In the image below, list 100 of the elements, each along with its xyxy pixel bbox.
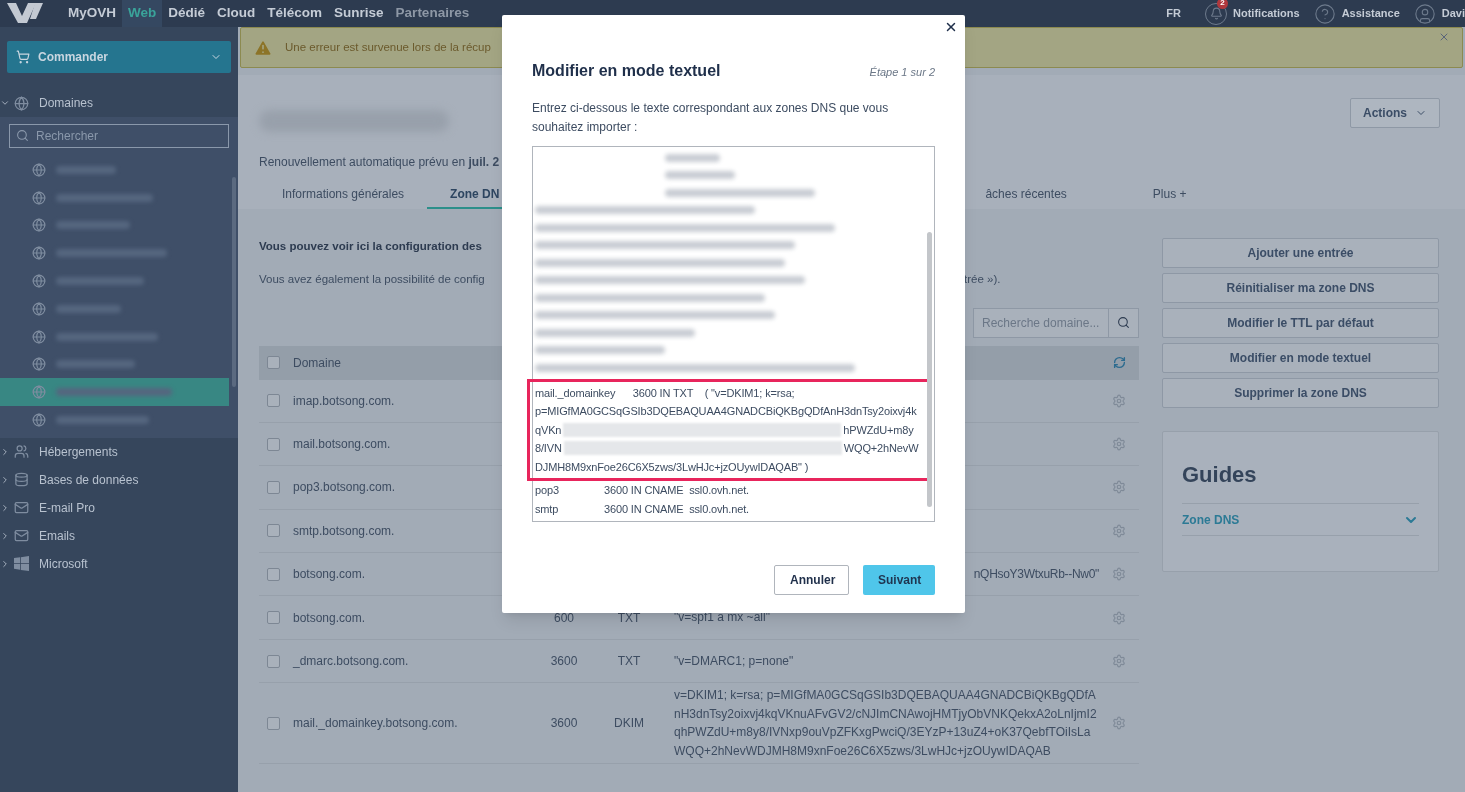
globe-icon bbox=[32, 218, 46, 233]
record-name: smtp bbox=[535, 501, 560, 517]
gear-icon[interactable] bbox=[1112, 567, 1126, 582]
table-cell-text: 3600 bbox=[549, 715, 579, 733]
order-button[interactable]: Commander bbox=[7, 41, 231, 73]
nav-tab[interactable]: Cloud bbox=[211, 0, 262, 27]
checkbox[interactable] bbox=[267, 524, 280, 538]
record-value: 3600 IN CNAME ssl0.ovh.net. bbox=[604, 501, 749, 517]
checkbox[interactable] bbox=[267, 716, 280, 730]
record-line: hPWZdU+m8y bbox=[843, 422, 914, 438]
cart-icon bbox=[16, 50, 30, 64]
assistance-button[interactable]: Assistance bbox=[1313, 2, 1400, 25]
table-cell-text: mail._domainkey.botsong.com. bbox=[293, 715, 459, 733]
nav-tab[interactable]: Web bbox=[122, 0, 163, 27]
table-cell-text: v=DKIM1; k=rsa; p=MIGfMA0GCSqGSIb3DQEBAQUAA4GNADCBiQKBgQDfAnH3dnTsy2oixvj4kqVKnuAFvGV2/cNJImCNAwojHMTjyObVNKQekxA2oLnIjmI2qhPWZdU+m8y8/IVNxp9ouVpZFKxgPwciQ/3EYzP+13uZ4+oK37QebfTOiIsLaWQQ+2hNevWDJMH8M9xnFoe26C6X5zws/3LwHJc+jzOUywIDAQAB bbox=[674, 687, 1098, 760]
globe-icon bbox=[32, 190, 46, 205]
checkbox[interactable] bbox=[267, 394, 280, 408]
sidebar-section[interactable]: Bases de données bbox=[0, 465, 238, 494]
blurred-text bbox=[665, 153, 720, 162]
step-indicator: Étape 1 sur 2 bbox=[869, 65, 935, 80]
intro-text: Vous avez également la possibilité de config bbox=[259, 272, 485, 288]
search-field[interactable]: Rechercher bbox=[9, 124, 229, 148]
table-cell-text: TXT bbox=[616, 653, 642, 671]
chevron-right-icon bbox=[0, 558, 10, 569]
search-icon bbox=[1117, 316, 1130, 329]
people-icon bbox=[14, 444, 29, 460]
table-cell-text: mail.botsong.com. bbox=[293, 436, 392, 454]
domain-search-field[interactable]: Recherche domaine... bbox=[973, 307, 1109, 338]
action-button[interactable]: Modifier en mode textuel bbox=[1162, 343, 1439, 373]
checkbox[interactable] bbox=[267, 611, 280, 625]
record-name: pop3 bbox=[535, 483, 560, 498]
tab[interactable]: Informations générales bbox=[259, 185, 428, 209]
record-line: mail._domainkey 3600 IN TXT ( "v=DKIM1; k=rsa; bbox=[535, 385, 796, 401]
tab[interactable]: Plus + bbox=[1129, 185, 1210, 209]
record-line: qVKn bbox=[535, 422, 562, 438]
checkbox[interactable] bbox=[267, 437, 280, 451]
nav-tab[interactable]: Dédié bbox=[162, 0, 212, 27]
user-menu[interactable]: Davi bbox=[1413, 2, 1465, 25]
gear-icon[interactable] bbox=[1112, 437, 1126, 452]
action-button[interactable]: Supprimer la zone DNS bbox=[1162, 378, 1439, 408]
record-line: WQQ+2hNevW bbox=[843, 441, 919, 456]
action-button[interactable]: Réinitialiser ma zone DNS bbox=[1162, 273, 1439, 303]
select-all-checkbox[interactable] bbox=[267, 356, 280, 369]
actions-button[interactable]: Actions bbox=[1350, 98, 1440, 128]
nav-tab[interactable]: Sunrise bbox=[328, 0, 390, 27]
chevron-right-icon bbox=[0, 446, 10, 457]
globe-icon bbox=[14, 95, 29, 111]
gear-icon[interactable] bbox=[1112, 480, 1126, 495]
next-button[interactable]: Suivant bbox=[863, 565, 935, 595]
logo-icon bbox=[5, 2, 45, 25]
chevron-right-icon bbox=[0, 530, 10, 541]
search-icon bbox=[16, 128, 29, 142]
gear-icon[interactable] bbox=[1112, 523, 1126, 538]
record-line: 8/IVN bbox=[535, 441, 562, 456]
sidebar-section[interactable]: Microsoft bbox=[0, 549, 238, 578]
chevron-right-icon bbox=[0, 474, 10, 485]
domain-item[interactable] bbox=[0, 378, 229, 407]
blurred-text bbox=[665, 171, 735, 180]
globe-icon bbox=[32, 357, 46, 372]
table-cell-text: TXT bbox=[616, 609, 642, 627]
action-button[interactable]: Modifier le TTL par défaut bbox=[1162, 308, 1439, 338]
tab[interactable]: âches récentes bbox=[962, 185, 1090, 209]
gear-icon[interactable] bbox=[1112, 393, 1126, 408]
checkbox[interactable] bbox=[267, 567, 280, 581]
modal-description: Entrez ci-dessous le texte correspondant aux zones DNS que vous souhaitez importer : bbox=[532, 100, 890, 136]
chevron-down-icon bbox=[0, 98, 10, 108]
user-icon bbox=[1413, 2, 1436, 25]
sidebar-section[interactable]: Hébergements bbox=[0, 437, 238, 466]
table-cell-text: botsong.com. bbox=[293, 566, 367, 584]
sidebar-section[interactable]: E-mail Pro bbox=[0, 493, 238, 522]
intro-text: trée »). bbox=[964, 272, 1002, 288]
search-button[interactable] bbox=[1109, 307, 1139, 338]
gear-icon[interactable] bbox=[1112, 716, 1126, 731]
cancel-button[interactable]: Annuler bbox=[774, 565, 849, 595]
checkbox[interactable] bbox=[267, 480, 280, 494]
nav-tab[interactable]: Télécom bbox=[261, 0, 329, 27]
modal-title: Modifier en mode textuel bbox=[532, 61, 721, 81]
globe-icon bbox=[32, 274, 46, 289]
refresh-icon[interactable] bbox=[1112, 356, 1126, 369]
chevron-right-icon bbox=[0, 502, 10, 513]
windows-icon bbox=[14, 556, 29, 572]
table-cell-text: nQHsoY3WtxuRb--Nw0" bbox=[973, 566, 1099, 583]
renewal-text: Renouvellement automatique prévu en juil. 2 bbox=[259, 154, 500, 171]
language-selector[interactable]: FR bbox=[1166, 5, 1182, 22]
action-button[interactable]: Ajouter une entrée bbox=[1162, 238, 1439, 268]
envelope-icon bbox=[14, 500, 29, 516]
notification-badge: 2 bbox=[1217, 0, 1229, 9]
gear-icon[interactable] bbox=[1112, 654, 1126, 669]
checkbox[interactable] bbox=[267, 654, 280, 668]
gear-icon[interactable] bbox=[1112, 610, 1126, 625]
table-cell-text: imap.botsong.com. bbox=[293, 392, 396, 410]
table-cell-text: _dmarc.botsong.com. bbox=[293, 653, 410, 671]
alert-message: Une erreur est survenue lors de la récup bbox=[285, 39, 491, 55]
notifications-button[interactable]: Notifications 2 bbox=[1205, 2, 1300, 25]
sidebar-section[interactable]: Domaines bbox=[0, 89, 238, 117]
sidebar-section[interactable]: Emails bbox=[0, 521, 238, 550]
guides-title: Guides bbox=[1182, 458, 1419, 504]
close-icon[interactable] bbox=[944, 20, 958, 34]
record-line: DJMH8M9xnFoe26C6X5zws/3LwHJc+jzOUywIDAQAB" ) bbox=[535, 459, 810, 475]
nav-tab[interactable]: MyOVH bbox=[62, 0, 122, 27]
